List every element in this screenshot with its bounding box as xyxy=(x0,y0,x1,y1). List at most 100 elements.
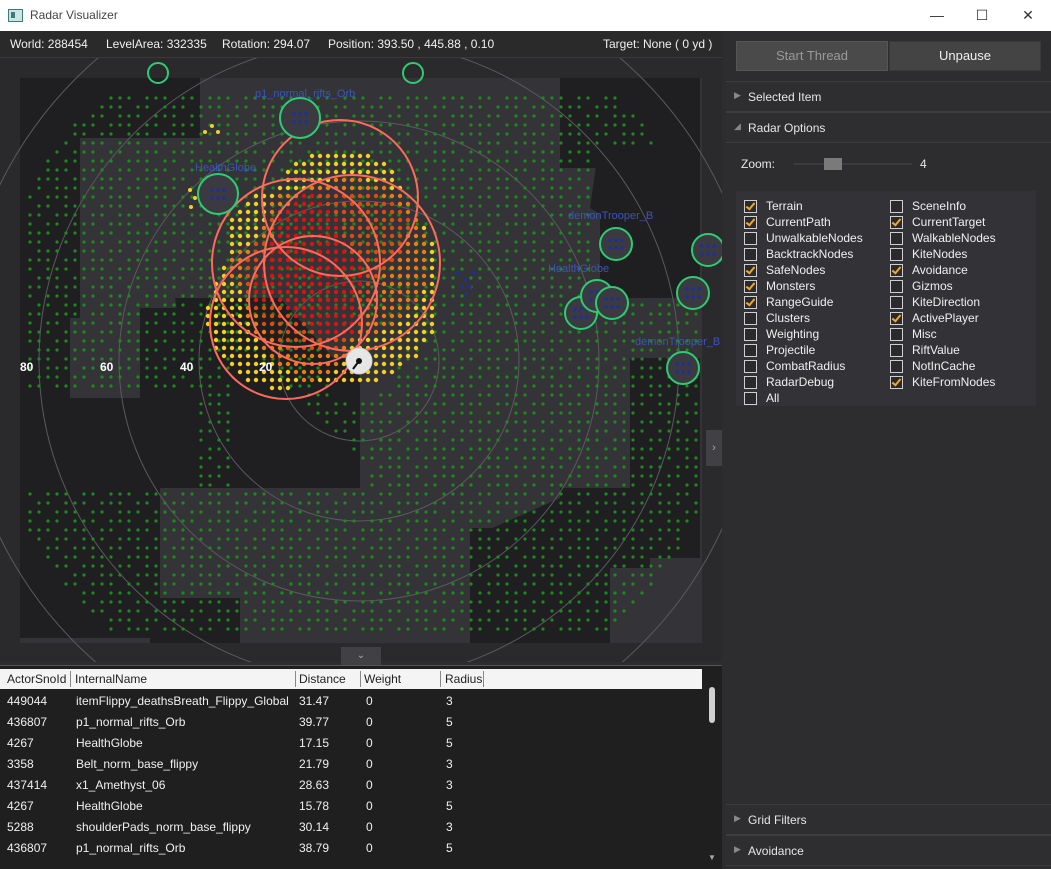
checkbox[interactable] xyxy=(744,360,757,373)
safe-node xyxy=(532,510,536,514)
safe-node xyxy=(199,573,203,577)
checkbox[interactable] xyxy=(744,232,757,245)
scrollbar-thumb[interactable] xyxy=(709,687,715,723)
checkbox[interactable] xyxy=(890,376,903,389)
safe-node xyxy=(604,492,608,496)
grid-filters-expander[interactable]: ▶ Grid Filters xyxy=(726,804,1051,835)
safe-node xyxy=(289,159,293,163)
monster-dot xyxy=(681,362,685,366)
checkbox[interactable] xyxy=(744,280,757,293)
checkbox[interactable] xyxy=(744,376,757,389)
table-row[interactable]: 449044 itemFlippy_deathsBreath_Flippy_Glo… xyxy=(0,690,702,711)
safe-node xyxy=(415,465,419,469)
checkbox[interactable] xyxy=(744,344,757,357)
safe-node xyxy=(478,564,482,568)
safe-node xyxy=(208,402,212,406)
safe-node xyxy=(352,150,356,154)
table-row[interactable]: 4267 HealthGlobe 15.78 0 5 xyxy=(0,795,702,816)
checkbox[interactable] xyxy=(890,232,903,245)
avoidance-node xyxy=(349,305,355,311)
safe-node xyxy=(109,294,113,298)
radar-options-expander[interactable]: ◢ Radar Options xyxy=(726,112,1051,143)
table-row[interactable]: 437414 x1_Amethyst_06 28.63 0 3 xyxy=(0,774,702,795)
table-row[interactable]: 5288 shoulderPads_norm_base_flippy 30.14 0 3 xyxy=(0,816,702,837)
safe-node xyxy=(208,447,212,451)
safe-node xyxy=(262,555,266,559)
safe-node xyxy=(226,609,230,613)
safe-node xyxy=(316,141,320,145)
safe-node xyxy=(199,528,203,532)
checkbox[interactable] xyxy=(890,200,903,213)
safe-node xyxy=(325,519,329,523)
avoidance-node xyxy=(317,329,323,335)
column-header-radius[interactable]: Radius xyxy=(445,672,482,686)
unpause-button[interactable]: Unpause xyxy=(889,41,1041,71)
checkbox[interactable] xyxy=(744,328,757,341)
safe-node xyxy=(64,159,68,163)
maximize-button[interactable]: ☐ xyxy=(959,0,1005,31)
checkbox[interactable] xyxy=(744,248,757,261)
column-header-distance[interactable]: Distance xyxy=(299,672,346,686)
checkbox[interactable] xyxy=(744,200,757,213)
checkbox[interactable] xyxy=(744,216,757,229)
safe-node xyxy=(577,96,581,100)
column-header-weight[interactable]: Weight xyxy=(364,672,401,686)
safe-node xyxy=(82,123,86,127)
table-row[interactable]: 436807 p1_normal_rifts_Orb 39.77 0 5 xyxy=(0,711,702,732)
checkbox[interactable] xyxy=(890,312,903,325)
safe-node xyxy=(370,159,374,163)
safe-node xyxy=(514,474,518,478)
close-button[interactable]: ✕ xyxy=(1005,0,1051,31)
safe-node xyxy=(487,492,491,496)
grid-scrollbar[interactable]: ▼ xyxy=(705,683,719,866)
avoidance-node xyxy=(365,169,371,175)
safe-node xyxy=(181,267,185,271)
side-collapse-toggle[interactable]: › xyxy=(706,430,722,466)
safe-node xyxy=(100,510,104,514)
safe-node xyxy=(154,141,158,145)
safe-node xyxy=(541,303,545,307)
safe-node xyxy=(568,105,572,109)
minimize-button[interactable]: — xyxy=(914,0,960,31)
radar-canvas[interactable]: 80 60 40 20 p1_normal_rifts_Orb HealthGl… xyxy=(0,57,722,662)
checkbox[interactable] xyxy=(890,328,903,341)
table-row[interactable]: 3358 Belt_norm_base_flippy 21.79 0 3 xyxy=(0,753,702,774)
table-row[interactable]: 436807 p1_normal_rifts_Orb 38.79 0 5 xyxy=(0,837,702,858)
checkbox[interactable] xyxy=(890,296,903,309)
checkbox[interactable] xyxy=(744,296,757,309)
safe-node xyxy=(433,573,437,577)
zoom-slider-thumb[interactable] xyxy=(824,158,842,170)
checkbox[interactable] xyxy=(890,216,903,229)
safe-node xyxy=(478,465,482,469)
start-thread-button[interactable]: Start Thread xyxy=(736,41,888,71)
safe-node xyxy=(163,357,167,361)
column-header-actorsnoid[interactable]: ActorSnoId xyxy=(7,672,66,686)
avoidance-expander[interactable]: ▶ Avoidance xyxy=(726,835,1051,866)
selected-item-expander[interactable]: ▶ Selected Item xyxy=(726,81,1051,112)
avoidance-node xyxy=(397,313,403,319)
zoom-slider[interactable] xyxy=(794,163,912,165)
safe-node xyxy=(361,294,365,298)
safe-node xyxy=(370,573,374,577)
checkbox[interactable] xyxy=(890,264,903,277)
monster-dot xyxy=(616,305,620,309)
checkbox[interactable] xyxy=(744,264,757,277)
checkbox[interactable] xyxy=(890,360,903,373)
checkbox[interactable] xyxy=(890,248,903,261)
scroll-down-icon[interactable]: ▼ xyxy=(708,853,716,862)
avoidance-node xyxy=(429,321,435,327)
table-row[interactable]: 4267 HealthGlobe 17.15 0 5 xyxy=(0,732,702,753)
safe-node xyxy=(217,240,221,244)
checkbox[interactable] xyxy=(744,312,757,325)
bottom-collapse-toggle[interactable]: ⌄ xyxy=(341,647,381,665)
column-header-internalname[interactable]: InternalName xyxy=(75,672,147,686)
checkbox[interactable] xyxy=(890,344,903,357)
collapse-arrow-icon: ◢ xyxy=(734,121,741,131)
safe-node xyxy=(352,618,356,622)
checkbox[interactable] xyxy=(890,280,903,293)
safe-node xyxy=(613,501,617,505)
safe-node xyxy=(505,195,509,199)
safe-node xyxy=(604,447,608,451)
safe-node xyxy=(262,537,266,541)
checkbox[interactable] xyxy=(744,392,757,405)
